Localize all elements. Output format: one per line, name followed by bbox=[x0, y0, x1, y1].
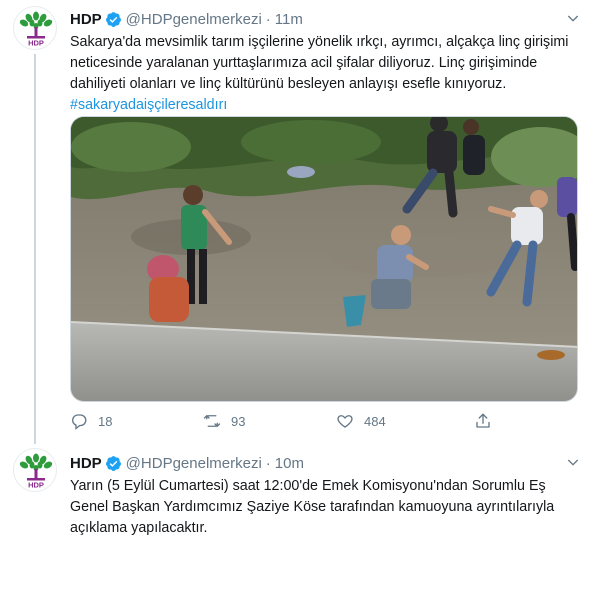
reply-count: 18 bbox=[98, 413, 113, 429]
like-button[interactable]: 484 bbox=[336, 412, 386, 430]
author-handle[interactable]: @HDPgenelmerkezi bbox=[126, 11, 262, 28]
timestamp[interactable]: 11m bbox=[275, 11, 303, 28]
tweet-header: HDP @HDPgenelmerkezi · 10m bbox=[70, 452, 573, 474]
avatar[interactable]: HDP bbox=[13, 448, 57, 492]
svg-text:HDP: HDP bbox=[28, 39, 44, 48]
hdp-logo-icon: HDP bbox=[19, 11, 53, 48]
tweet-actions: 18 93 484 bbox=[70, 412, 510, 434]
thread-line bbox=[34, 54, 36, 444]
chevron-down-icon[interactable] bbox=[565, 10, 581, 26]
share-icon bbox=[476, 413, 490, 428]
reply-icon bbox=[72, 414, 87, 430]
retweet-count: 93 bbox=[231, 413, 246, 429]
chevron-down-icon[interactable] bbox=[565, 454, 581, 470]
separator-dot: · bbox=[265, 454, 271, 472]
author-name[interactable]: HDP bbox=[70, 11, 102, 28]
verified-icon bbox=[105, 455, 121, 471]
tweet[interactable]: HDP HDP @HDPgenelmerkezi · 11m Sakarya'd… bbox=[0, 0, 593, 444]
photo-image bbox=[71, 117, 577, 401]
retweet-button[interactable]: 93 bbox=[203, 412, 245, 430]
avatar[interactable]: HDP bbox=[13, 6, 57, 50]
like-icon bbox=[337, 415, 353, 428]
tweet-header: HDP @HDPgenelmerkezi · 11m bbox=[70, 8, 573, 30]
tweet[interactable]: HDP HDP @HDPgenelmerkezi · 10m Yarın (5 … bbox=[0, 440, 593, 609]
verified-icon bbox=[105, 11, 121, 27]
share-button[interactable] bbox=[474, 412, 502, 430]
reply-button[interactable]: 18 bbox=[70, 412, 112, 430]
retweet-icon bbox=[203, 415, 221, 427]
svg-text:HDP: HDP bbox=[28, 481, 44, 490]
timestamp[interactable]: 10m bbox=[275, 455, 304, 472]
tweet-photo[interactable] bbox=[70, 116, 578, 402]
tweet-text: Sakarya'da mevsimlik tarım işçilerine yö… bbox=[70, 32, 570, 116]
tweet-text: Yarın (5 Eylül Cumartesi) saat 12:00'de … bbox=[70, 476, 570, 539]
author-handle[interactable]: @HDPgenelmerkezi bbox=[126, 455, 262, 472]
author-name[interactable]: HDP bbox=[70, 455, 102, 472]
tweet-body: Sakarya'da mevsimlik tarım işçilerine yö… bbox=[70, 34, 569, 92]
hashtag-link[interactable]: #sakaryadaişçileresaldırı bbox=[70, 97, 227, 113]
hdp-logo-icon: HDP bbox=[19, 453, 53, 490]
tweet-body: Yarın (5 Eylül Cumartesi) saat 12:00'de … bbox=[70, 478, 555, 536]
like-count: 484 bbox=[364, 413, 386, 429]
separator-dot: · bbox=[265, 10, 271, 28]
